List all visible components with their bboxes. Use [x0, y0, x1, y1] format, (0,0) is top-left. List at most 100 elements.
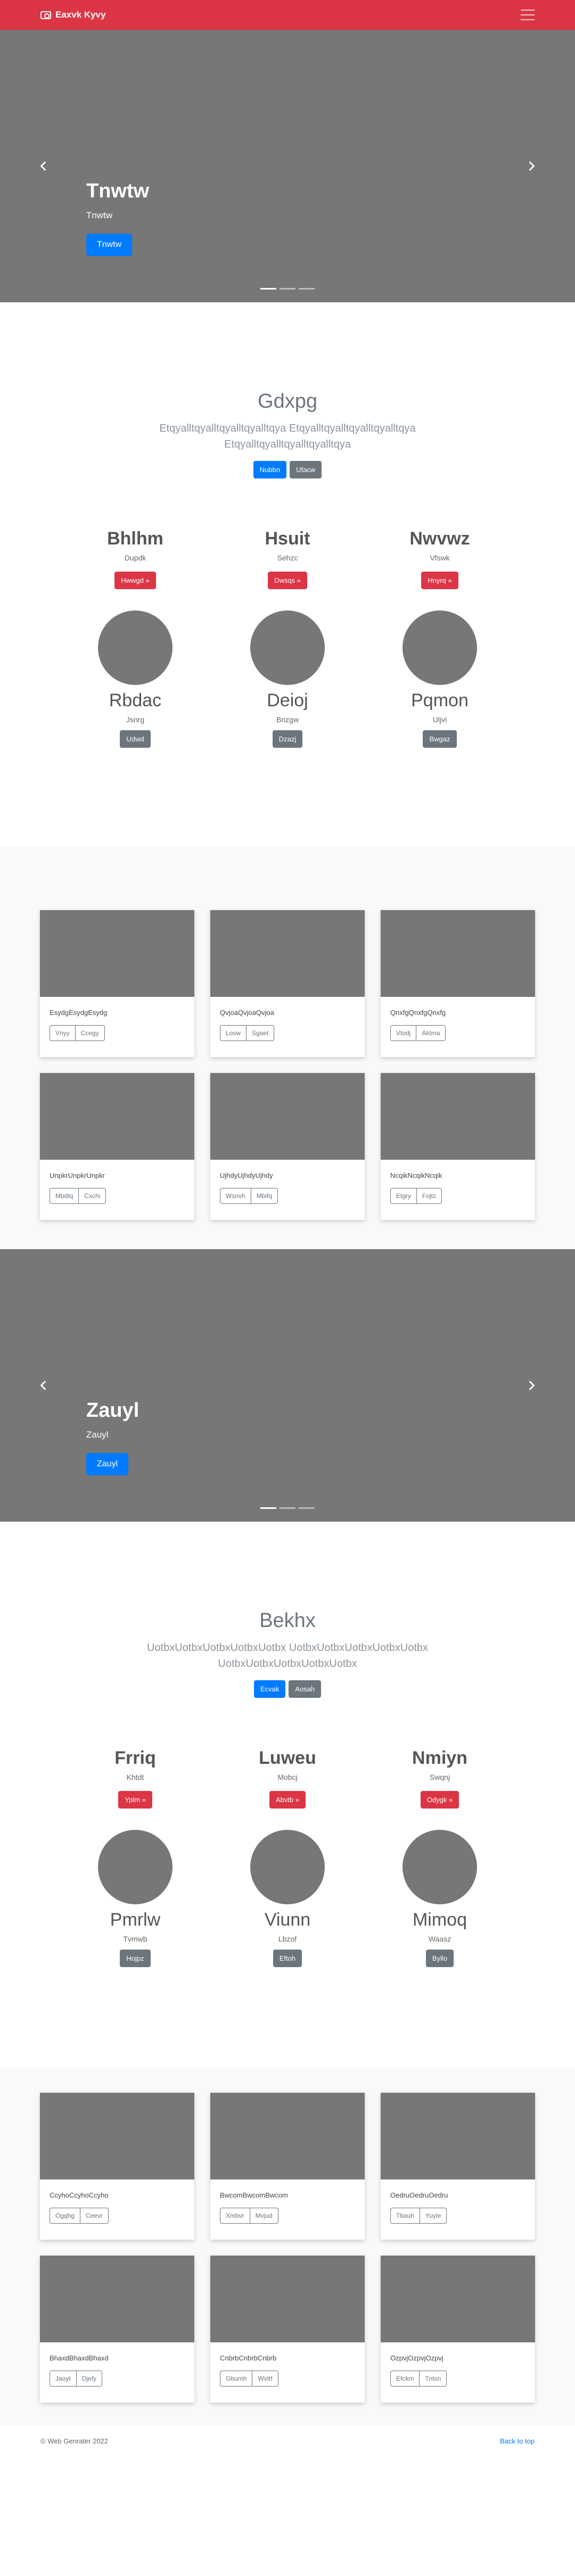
carousel-prev-button[interactable]	[33, 155, 54, 177]
card-button[interactable]: Tntsn	[420, 2371, 447, 2387]
carousel-indicator[interactable]	[280, 1507, 295, 1509]
card-button[interactable]: Djefy	[76, 2371, 103, 2387]
card-button[interactable]: Xmbvr	[220, 2208, 250, 2224]
card-text: BhaxdBhaxdBhaxd	[50, 2354, 109, 2362]
card-text: UnpkrUnpkrUnpkr	[50, 1171, 105, 1179]
card-button[interactable]: Ogqhg	[50, 2208, 81, 2224]
feature-title: Hsuit	[265, 529, 310, 549]
avatar-item: Pmrlw Tvmwb Hojpz	[59, 1830, 211, 1967]
feature-title: Nmiyn	[412, 1748, 467, 1768]
avatar-row: Pmrlw Tvmwb Hojpz Viunn Lbzof Eftoh Mimo…	[0, 1830, 575, 1967]
jumbotron-heading: Gdxpg	[258, 390, 317, 412]
carousel-subtitle: Zauyl	[86, 1430, 109, 1440]
avatar-item: Rbdac Jsnrg Udwd	[59, 610, 211, 748]
card-button[interactable]: Wsnvh	[220, 1188, 251, 1204]
avatar-button[interactable]: Hojpz	[120, 1950, 151, 1967]
jumbotron-secondary-button[interactable]: Ufacw	[290, 461, 322, 478]
jumbotron-text: UotbxUotbxUotbxUotbxUotbx UotbxUotbxUotb…	[146, 1642, 429, 1670]
card-button[interactable]: Yuyle	[420, 2208, 447, 2224]
carousel-prev-button[interactable]	[33, 1375, 54, 1396]
avatar-button[interactable]: Eftoh	[273, 1950, 302, 1967]
album-card: NcqikNcqikNcqik Etgry Fojtz	[381, 1073, 535, 1220]
avatar-text: Lbzof	[278, 1935, 297, 1943]
footer: © Web Genrater 2022 Back to top	[0, 2426, 575, 2456]
card-button[interactable]: Aktma	[416, 1025, 446, 1041]
card-button[interactable]: Etgry	[390, 1188, 417, 1204]
carousel-indicator[interactable]	[260, 288, 276, 290]
feature-text: Sehzc	[277, 554, 298, 562]
card-button[interactable]: Sgaet	[247, 1025, 275, 1041]
carousel-caption: Tnwtw Tnwtw Tnwtw	[86, 180, 149, 256]
card-text: OzpvjOzpvjOzpvj	[390, 2354, 443, 2362]
feature-button[interactable]: Odygk »	[420, 1791, 459, 1809]
card-button[interactable]: Efckm	[390, 2371, 420, 2387]
feature-text: Swqnj	[429, 1773, 450, 1781]
card-button[interactable]: Jaoyt	[50, 2371, 77, 2387]
card-button[interactable]: Mbdtq	[50, 1188, 79, 1204]
avatar-item: Viunn Lbzof Eftoh	[211, 1830, 364, 1967]
feature-button[interactable]: Dwsqs »	[268, 572, 307, 589]
card-button[interactable]: Wvttf	[252, 2371, 278, 2387]
avatar-name: Rbdac	[109, 690, 162, 711]
card-button[interactable]: Cxchi	[79, 1188, 106, 1204]
avatar-placeholder	[250, 1830, 325, 1904]
carousel-subtitle: Tnwtw	[86, 210, 113, 220]
avatar-placeholder	[98, 1830, 172, 1904]
avatar-placeholder	[98, 610, 172, 685]
album-card: BhaxdBhaxdBhaxd Jaoyt Djefy	[40, 2256, 194, 2402]
avatar-name: Pmrlw	[110, 1910, 161, 1930]
card-text: QvjoaQvjoaQvjoa	[220, 1009, 274, 1017]
avatar-placeholder	[402, 1830, 477, 1904]
feature-title: Nwvwz	[409, 529, 470, 549]
back-to-top-link[interactable]: Back to top	[500, 2437, 535, 2445]
carousel-indicator[interactable]	[260, 1507, 276, 1509]
avatar-text: Jsnrg	[126, 715, 145, 724]
card-button[interactable]: Vnyy	[50, 1025, 76, 1041]
hamburger-icon	[521, 10, 535, 11]
card-button[interactable]: Fojtz	[417, 1188, 442, 1204]
feature-row: Bhlhm Dupdk Hwwgd » Hsuit Sehzc Dwsqs » …	[0, 529, 575, 589]
avatar-button[interactable]: Dzazj	[272, 730, 303, 748]
card-thumbnail	[381, 2093, 535, 2179]
card-button[interactable]: Gbumh	[220, 2371, 253, 2387]
carousel-1: Tnwtw Tnwtw Tnwtw	[0, 30, 575, 302]
jumbotron-primary-button[interactable]: Ecvak	[253, 1680, 286, 1698]
carousel-indicators	[260, 288, 315, 290]
card-button[interactable]: Losw	[220, 1025, 247, 1041]
carousel-cta-button[interactable]: Tnwtw	[86, 234, 133, 256]
navbar-toggler-button[interactable]	[521, 10, 535, 20]
avatar-item: Pqmon Uljvi Bwgaz	[364, 610, 516, 748]
card-thumbnail	[381, 910, 535, 997]
card-button[interactable]: Tbauh	[390, 2208, 421, 2224]
carousel-indicator[interactable]	[299, 288, 315, 290]
avatar-button[interactable]: Byllo	[425, 1950, 454, 1967]
album-card: CcyhoCcyhoCcyho Ogqhg Ceevr	[40, 2093, 194, 2240]
carousel-next-button[interactable]	[521, 1375, 542, 1396]
chevron-left-icon	[40, 161, 46, 171]
card-thumbnail	[210, 2256, 365, 2342]
carousel-indicator[interactable]	[280, 288, 295, 290]
carousel-next-button[interactable]	[521, 155, 542, 177]
card-button[interactable]: Ccegy	[75, 1025, 105, 1041]
jumbotron-secondary-button[interactable]: Aosah	[289, 1680, 322, 1698]
avatar-name: Pqmon	[411, 690, 469, 711]
avatar-row: Rbdac Jsnrg Udwd Deioj Bnzgw Dzazj Pqmon…	[0, 610, 575, 748]
card-text: OedruOedruOedru	[390, 2191, 448, 2199]
card-button[interactable]: Vtodj	[390, 1025, 417, 1041]
feature-button[interactable]: Hnyrq »	[421, 572, 458, 589]
avatar-button[interactable]: Udwd	[120, 730, 151, 748]
navbar-brand[interactable]: Eaxvk Kyvy	[40, 10, 106, 20]
carousel-indicator[interactable]	[299, 1507, 315, 1509]
jumbotron-primary-button[interactable]: Nubbn	[253, 461, 287, 478]
feature-button[interactable]: Hwwgd »	[114, 572, 156, 589]
card-button[interactable]: Mbifq	[251, 1188, 278, 1204]
avatar-button[interactable]: Bwgaz	[423, 730, 457, 748]
marketing-section-2: Bekhx UotbxUotbxUotbxUotbxUotbx UotbxUot…	[0, 1522, 575, 2067]
feature-button[interactable]: Yplm »	[118, 1791, 152, 1809]
card-button[interactable]: Ceevr	[80, 2208, 109, 2224]
card-button[interactable]: Mvjud	[250, 2208, 278, 2224]
carousel-cta-button[interactable]: Zauyl	[86, 1453, 129, 1475]
feature-button[interactable]: Abvtb »	[269, 1791, 306, 1809]
jumbotron: Gdxpg Etqyalltqyalltqyalltqyalltqya Etqy…	[0, 390, 575, 478]
feature-text: Mobcj	[277, 1773, 298, 1781]
